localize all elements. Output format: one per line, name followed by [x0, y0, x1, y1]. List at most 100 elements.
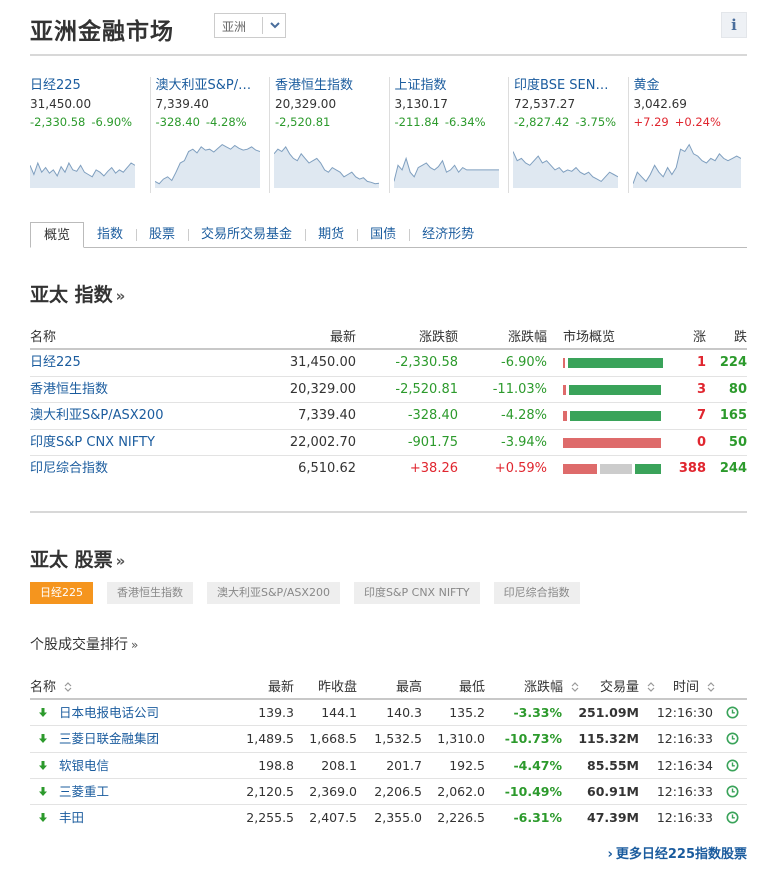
- tab-bonds[interactable]: 国债: [357, 222, 409, 247]
- tab-economy[interactable]: 经济形势: [409, 222, 487, 247]
- index-card[interactable]: 澳大利亚S&P/… 7,339.40 -328.40 -4.28%: [149, 77, 270, 193]
- stock-name-link[interactable]: 丰田: [59, 805, 84, 831]
- stock-table: 名称 最新 昨收盘 最高 最低 涨跌幅 交易量 时间 日本电报电话公司 139.3…: [30, 676, 747, 831]
- table-row[interactable]: 香港恒生指数 20,329.00 -2,520.81 -11.03% 3 80: [30, 377, 747, 403]
- index-name-link[interactable]: 香港恒生指数: [30, 377, 108, 403]
- pill-jakarta[interactable]: 印尼综合指数: [493, 582, 580, 604]
- col-header-pct[interactable]: 涨跌幅: [524, 676, 579, 700]
- info-button[interactable]: i: [721, 12, 747, 38]
- tab-indices[interactable]: 指数: [84, 222, 136, 247]
- table-row[interactable]: 三菱重工 2,120.5 2,369.0 2,206.5 2,062.0 -10.49% 6…: [30, 779, 747, 806]
- pill-asx200[interactable]: 澳大利亚S&P/ASX200: [207, 582, 340, 604]
- pill-nikkei225[interactable]: 日经225: [30, 582, 93, 604]
- index-pct: +0.59%: [494, 461, 547, 476]
- col-header-pct: 涨跌幅: [507, 330, 547, 345]
- stock-prev-close: 2,369.0: [309, 783, 357, 799]
- index-card-change: -328.40: [155, 115, 200, 129]
- stock-last: 1,489.5: [246, 731, 294, 747]
- col-header-high[interactable]: 最高: [396, 676, 422, 700]
- stock-name-link[interactable]: 三菱重工: [59, 779, 109, 805]
- decliners-count: 80: [728, 381, 747, 397]
- stock-name-link[interactable]: 三菱日联金融集团: [59, 726, 159, 752]
- stock-high: 2,206.5: [374, 783, 422, 799]
- index-name-link[interactable]: 澳大利亚S&P/ASX200: [30, 403, 163, 429]
- table-row[interactable]: 印尼综合指数 6,510.62 +38.26 +0.59% 388 244: [30, 456, 747, 483]
- index-card-change: +7.29: [633, 115, 669, 129]
- stock-volume: 251.09M: [578, 705, 639, 720]
- col-header-time[interactable]: 时间: [673, 676, 715, 700]
- index-card[interactable]: 香港恒生指数 20,329.00 -2,520.81: [269, 77, 389, 193]
- index-card-name[interactable]: 黄金: [634, 77, 744, 94]
- table-row[interactable]: 澳大利亚S&P/ASX200 7,339.40 -328.40 -4.28% 7 165: [30, 403, 747, 430]
- breadth-up-segment: [563, 437, 661, 448]
- index-card[interactable]: 黄金 3,042.69 +7.29 +0.24%: [627, 77, 748, 193]
- sparkline-chart: [274, 146, 379, 188]
- more-stocks-link[interactable]: › 更多日经225指数股票: [608, 843, 748, 862]
- sparkline-area: [632, 144, 741, 188]
- index-card-pct: -3.75%: [575, 115, 617, 129]
- index-pct: -6.90%: [501, 355, 547, 370]
- pill-hang-seng[interactable]: 香港恒生指数: [107, 582, 193, 604]
- stock-section-title[interactable]: 亚太 股票»: [30, 545, 125, 572]
- table-row[interactable]: 印度S&P CNX NIFTY 22,002.70 -901.75 -3.94% 0 50: [30, 430, 747, 456]
- index-card-name[interactable]: 上证指数: [395, 77, 505, 94]
- index-card[interactable]: 上证指数 3,130.17 -211.84 -6.34%: [388, 77, 509, 193]
- region-select[interactable]: 亚洲: [214, 13, 286, 38]
- pill-nifty[interactable]: 印度S&P CNX NIFTY: [353, 582, 480, 604]
- stock-last: 198.8: [258, 757, 294, 773]
- table-row[interactable]: 丰田 2,255.5 2,407.5 2,355.0 2,226.5 -6.31% 47.3…: [30, 805, 747, 831]
- index-card-name[interactable]: 印度BSE SEN…: [514, 77, 624, 94]
- stock-last: 139.3: [258, 705, 294, 720]
- col-header-prev[interactable]: 昨收盘: [318, 676, 357, 700]
- index-card[interactable]: 日经225 31,450.00 -2,330.58 -6.90%: [30, 77, 150, 193]
- col-header-low[interactable]: 最低: [459, 676, 485, 700]
- chevron-right-icon: ›: [607, 847, 613, 862]
- tab-overview[interactable]: 概览: [30, 222, 85, 248]
- index-card-price: 20,329.00: [275, 97, 337, 111]
- index-card-name[interactable]: 香港恒生指数: [275, 77, 385, 94]
- table-row[interactable]: 日经225 31,450.00 -2,330.58 -6.90% 1 224: [30, 350, 747, 377]
- decliners-count: 244: [719, 461, 747, 476]
- index-name-link[interactable]: 印度S&P CNX NIFTY: [30, 430, 155, 456]
- col-header-name: 名称: [30, 330, 57, 345]
- advancers-count: 1: [696, 355, 706, 370]
- market-breadth-bar: [563, 358, 663, 368]
- stock-name-link[interactable]: 软银电信: [59, 753, 109, 779]
- index-card[interactable]: 印度BSE SEN… 72,537.27 -2,827.42 -3.75%: [508, 77, 628, 193]
- index-name-link[interactable]: 日经225: [30, 350, 81, 376]
- col-header-last: 最新: [329, 330, 356, 345]
- stock-section-title-text: 亚太 股票: [30, 549, 113, 571]
- stock-high: 1,532.5: [374, 731, 422, 747]
- table-row[interactable]: 软银电信 198.8 208.1 201.7 192.5 -4.47% 85.55M 12:1…: [30, 753, 747, 779]
- stock-pct: -3.33%: [513, 705, 562, 720]
- index-name-link[interactable]: 印尼综合指数: [30, 456, 108, 482]
- table-row[interactable]: 三菱日联金融集团 1,489.5 1,668.5 1,532.5 1,310.0 -10.…: [30, 726, 747, 753]
- stock-low: 135.2: [449, 705, 485, 720]
- advancers-count: 3: [696, 381, 706, 397]
- index-change: -2,330.58: [395, 355, 458, 370]
- header: 亚洲金融市场 亚洲 i: [30, 12, 747, 45]
- sort-icon: [707, 682, 715, 692]
- sparkline-chart: [154, 143, 260, 188]
- index-card-name[interactable]: 澳大利亚S&P/…: [156, 77, 266, 94]
- stock-volume: 85.55M: [587, 757, 639, 773]
- tab-futures[interactable]: 期货: [305, 222, 357, 247]
- col-header-volume[interactable]: 交易量: [600, 676, 655, 700]
- col-header-last[interactable]: 最新: [268, 676, 294, 700]
- stock-low: 2,226.5: [437, 810, 485, 826]
- stock-name-link[interactable]: 日本电报电话公司: [59, 700, 159, 726]
- index-section-title[interactable]: 亚太 指数»: [30, 280, 125, 307]
- index-card-name[interactable]: 日经225: [30, 77, 140, 94]
- stock-low: 1,310.0: [437, 731, 485, 747]
- page-title: 亚洲金融市场: [30, 19, 174, 45]
- decliners-count: 50: [728, 434, 747, 450]
- tab-etf[interactable]: 交易所交易基金: [188, 222, 305, 247]
- stock-high: 201.7: [386, 757, 422, 773]
- col-header-name[interactable]: 名称: [30, 676, 72, 700]
- index-card-price: 72,537.27: [514, 97, 576, 111]
- volume-ranking-title[interactable]: 个股成交量排行»: [30, 634, 138, 654]
- tab-stocks[interactable]: 股票: [136, 222, 188, 247]
- table-row[interactable]: 日本电报电话公司 139.3 144.1 140.3 135.2 -3.33% 251.09…: [30, 700, 747, 727]
- down-arrow-icon: [39, 813, 47, 823]
- stock-time: 12:16:33: [656, 731, 713, 747]
